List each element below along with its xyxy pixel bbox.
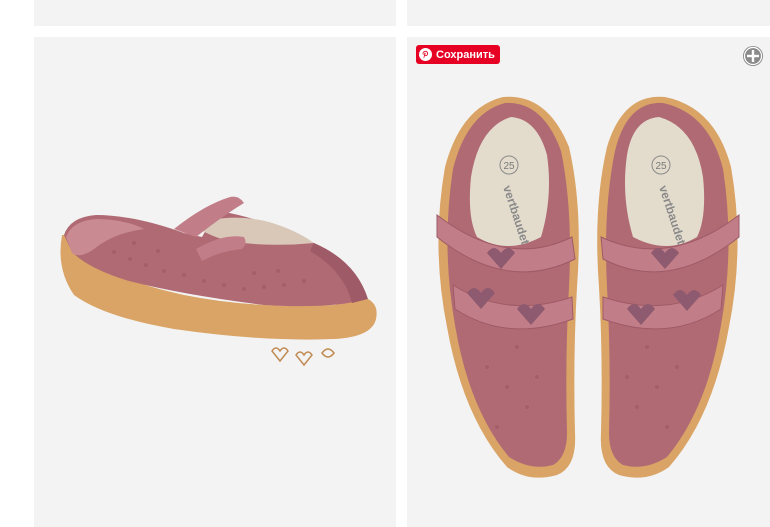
zoom-icon[interactable] xyxy=(742,45,764,67)
shoe-side-view-image xyxy=(60,196,377,367)
pinterest-save-button[interactable]: Сохранить xyxy=(416,45,500,64)
right-shoe-top xyxy=(597,96,738,478)
sole-emboss-icons xyxy=(271,347,335,367)
shoe-pair-top-view-image: 25 25 vertbaudet vertbaudet xyxy=(436,96,740,478)
product-image-tile-top-left[interactable] xyxy=(34,0,396,26)
product-image-top-view[interactable]: 25 25 vertbaudet vertbaudet Сохранить xyxy=(407,37,770,527)
pinterest-save-label: Сохранить xyxy=(436,48,495,61)
product-image-side-view[interactable] xyxy=(34,37,396,527)
left-shoe-top xyxy=(438,96,579,478)
product-image-tile-top-right[interactable] xyxy=(407,0,770,26)
size-label-left: 25 xyxy=(503,161,515,172)
size-label-right: 25 xyxy=(655,161,667,172)
pinterest-icon xyxy=(419,48,432,61)
